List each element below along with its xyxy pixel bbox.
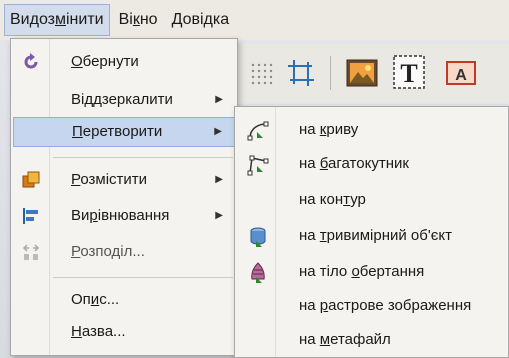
submenu-item-to-contour[interactable]: на контур: [237, 183, 507, 217]
menu-item-name[interactable]: Назва...: [13, 317, 235, 347]
curve-icon: [247, 121, 269, 141]
modify-menu: Обернути Віддзеркалити ▶ Перетворити ▶ Р…: [10, 38, 238, 356]
menubar: Видозмінити Вікно Довідка: [0, 0, 509, 40]
menu-item-distribute[interactable]: Розподіл...: [13, 237, 235, 267]
submenu-arrow-icon: ▶: [215, 174, 223, 185]
menu-separator: [53, 277, 233, 278]
svg-text:A: A: [455, 67, 467, 84]
image-icon[interactable]: [346, 58, 378, 88]
submenu-item-to-curve[interactable]: на криву: [237, 113, 507, 147]
submenu-arrow-icon: ▶: [215, 210, 223, 221]
menu-item-align[interactable]: Вирівнювання ▶: [13, 201, 235, 231]
text-box-icon[interactable]: A: [444, 58, 478, 88]
menu-help[interactable]: Довідка: [167, 5, 235, 35]
toolbar-separator: [330, 56, 331, 90]
rotate-icon: [24, 53, 38, 69]
convert-submenu: на криву на багатокутник на контур на тр…: [234, 106, 509, 358]
distribute-icon: [22, 244, 40, 260]
submenu-item-to-metafile[interactable]: на метафайл: [237, 323, 507, 357]
menu-item-arrange[interactable]: Розмістити ▶: [13, 165, 235, 195]
arrange-icon: [22, 171, 40, 188]
rotation-body-icon: [251, 262, 265, 283]
grid-dots-icon[interactable]: [250, 62, 276, 88]
menu-item-rotate[interactable]: Обернути: [13, 47, 235, 77]
submenu-item-to-rotation-body[interactable]: на тіло обертання: [237, 255, 507, 289]
menu-modify[interactable]: Видозмінити: [4, 4, 110, 36]
submenu-arrow-icon: ▶: [214, 126, 222, 137]
polygon-icon: [247, 155, 269, 176]
text-frame-icon[interactable]: T: [392, 54, 426, 90]
submenu-item-to-bitmap[interactable]: на растрове зображення: [237, 289, 507, 323]
toolbar: T A: [238, 44, 509, 104]
menu-item-convert[interactable]: Перетворити ▶: [13, 117, 235, 147]
crop-icon[interactable]: [286, 58, 316, 88]
menu-item-mirror[interactable]: Віддзеркалити ▶: [13, 85, 235, 115]
align-icon: [23, 208, 38, 224]
3d-object-icon: [250, 227, 266, 247]
submenu-item-to-polygon[interactable]: на багатокутник: [237, 147, 507, 181]
svg-text:T: T: [400, 59, 417, 88]
menu-item-description[interactable]: Опис...: [13, 285, 235, 315]
menu-separator: [53, 157, 233, 158]
submenu-item-to-3d-object[interactable]: на тривимірний об'єкт: [237, 219, 507, 253]
menu-window[interactable]: Вікно: [114, 5, 163, 35]
submenu-arrow-icon: ▶: [215, 94, 223, 105]
